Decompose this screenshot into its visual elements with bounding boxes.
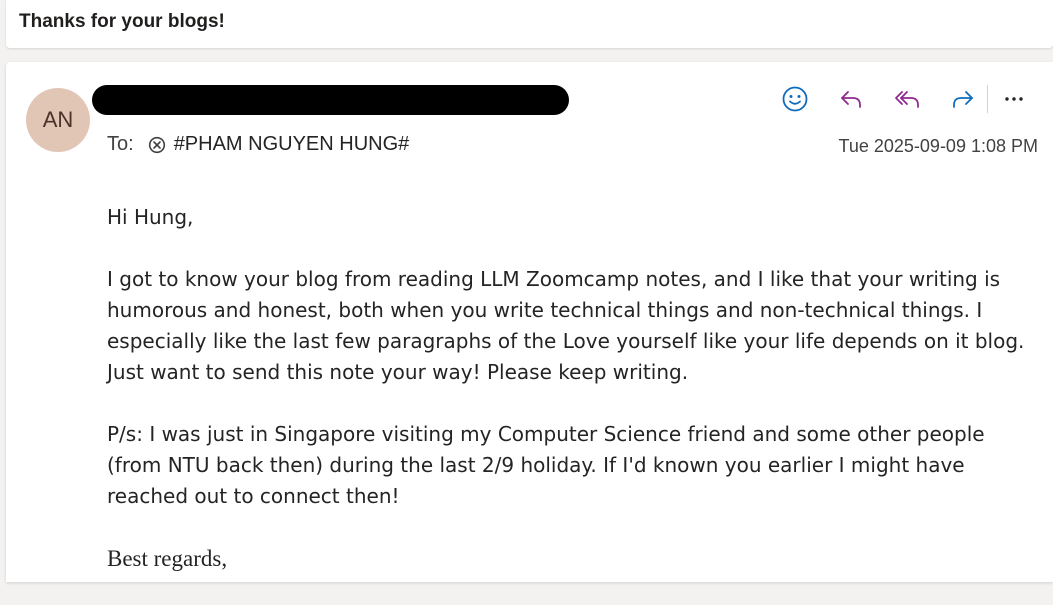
sender-name-redacted xyxy=(92,85,569,115)
more-icon[interactable] xyxy=(997,82,1031,116)
reply-all-icon[interactable] xyxy=(890,82,924,116)
subject-header: Thanks for your blogs! xyxy=(6,0,1053,48)
recipients-row: To: #PHAM NGUYEN HUNG# xyxy=(107,133,409,156)
message-date: Tue 2025-09-09 1:08 PM xyxy=(838,136,1038,156)
emoji-icon[interactable] xyxy=(778,82,812,116)
recipient-name[interactable]: #PHAM NGUYEN HUNG# xyxy=(174,133,410,156)
toolbar-divider xyxy=(987,85,988,113)
message-body: Hi Hung, I got to know your blog from re… xyxy=(107,202,1037,605)
forward-icon[interactable] xyxy=(946,82,980,116)
body-paragraph-2: P/s: I was just in Singapore visiting my… xyxy=(107,422,985,508)
message-toolbar xyxy=(778,82,1031,116)
subject-title: Thanks for your blogs! xyxy=(19,11,225,32)
greeting: Hi Hung, xyxy=(107,205,194,229)
message-card: AN To: #PHAM NGUYEN HUNG# Tue 2025-09-09… xyxy=(6,62,1053,582)
sender-avatar[interactable]: AN xyxy=(26,88,90,152)
body-paragraph-1: I got to know your blog from reading LLM… xyxy=(107,267,1025,384)
to-label: To: xyxy=(107,133,134,155)
reply-icon[interactable] xyxy=(834,82,868,116)
remove-recipient-icon[interactable] xyxy=(147,135,167,155)
signoff: Best regards, xyxy=(107,546,228,571)
